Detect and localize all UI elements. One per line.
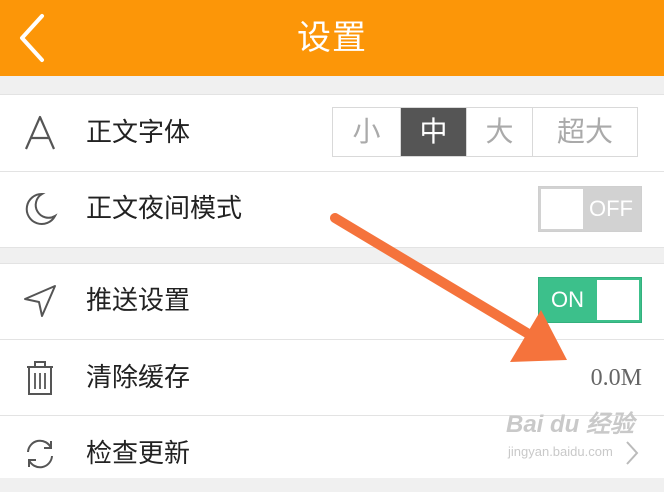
navigation-arrow-icon (24, 285, 56, 317)
refresh-icon (27, 439, 53, 469)
moon-icon (25, 192, 58, 225)
setting-label: 正文夜间模式 (86, 194, 243, 224)
watermark-logo: Bai du 经验 (506, 411, 635, 438)
setting-label: 正文字体 (86, 118, 191, 148)
watermark-url: jingyan.baidu.com (508, 444, 613, 459)
push-toggle[interactable]: ON (538, 277, 642, 323)
font-size-option-small[interactable]: 小 (333, 108, 401, 156)
font-size-selector[interactable]: 小 中 大 超大 (332, 107, 638, 157)
trash-icon (27, 361, 53, 395)
letter-a-icon (24, 115, 56, 150)
toggle-state-label: OFF (589, 196, 633, 221)
font-size-option-medium[interactable]: 中 (401, 108, 467, 156)
divider (0, 247, 664, 248)
top-bar: 设置 (0, 0, 664, 76)
setting-label: 检查更新 (86, 439, 191, 469)
font-size-option-extra-large[interactable]: 超大 (533, 108, 637, 156)
toggle-state-label: ON (551, 287, 584, 312)
page-title: 设置 (297, 18, 367, 58)
font-size-option-large[interactable]: 大 (467, 108, 533, 156)
setting-label: 推送设置 (86, 286, 191, 316)
setting-label: 清除缓存 (86, 363, 191, 393)
night-mode-toggle[interactable]: OFF (538, 186, 642, 232)
toggle-knob (597, 280, 639, 320)
toggle-knob (541, 189, 583, 229)
watermark: Bai du 经验 jingyan.baidu.com (506, 404, 636, 464)
